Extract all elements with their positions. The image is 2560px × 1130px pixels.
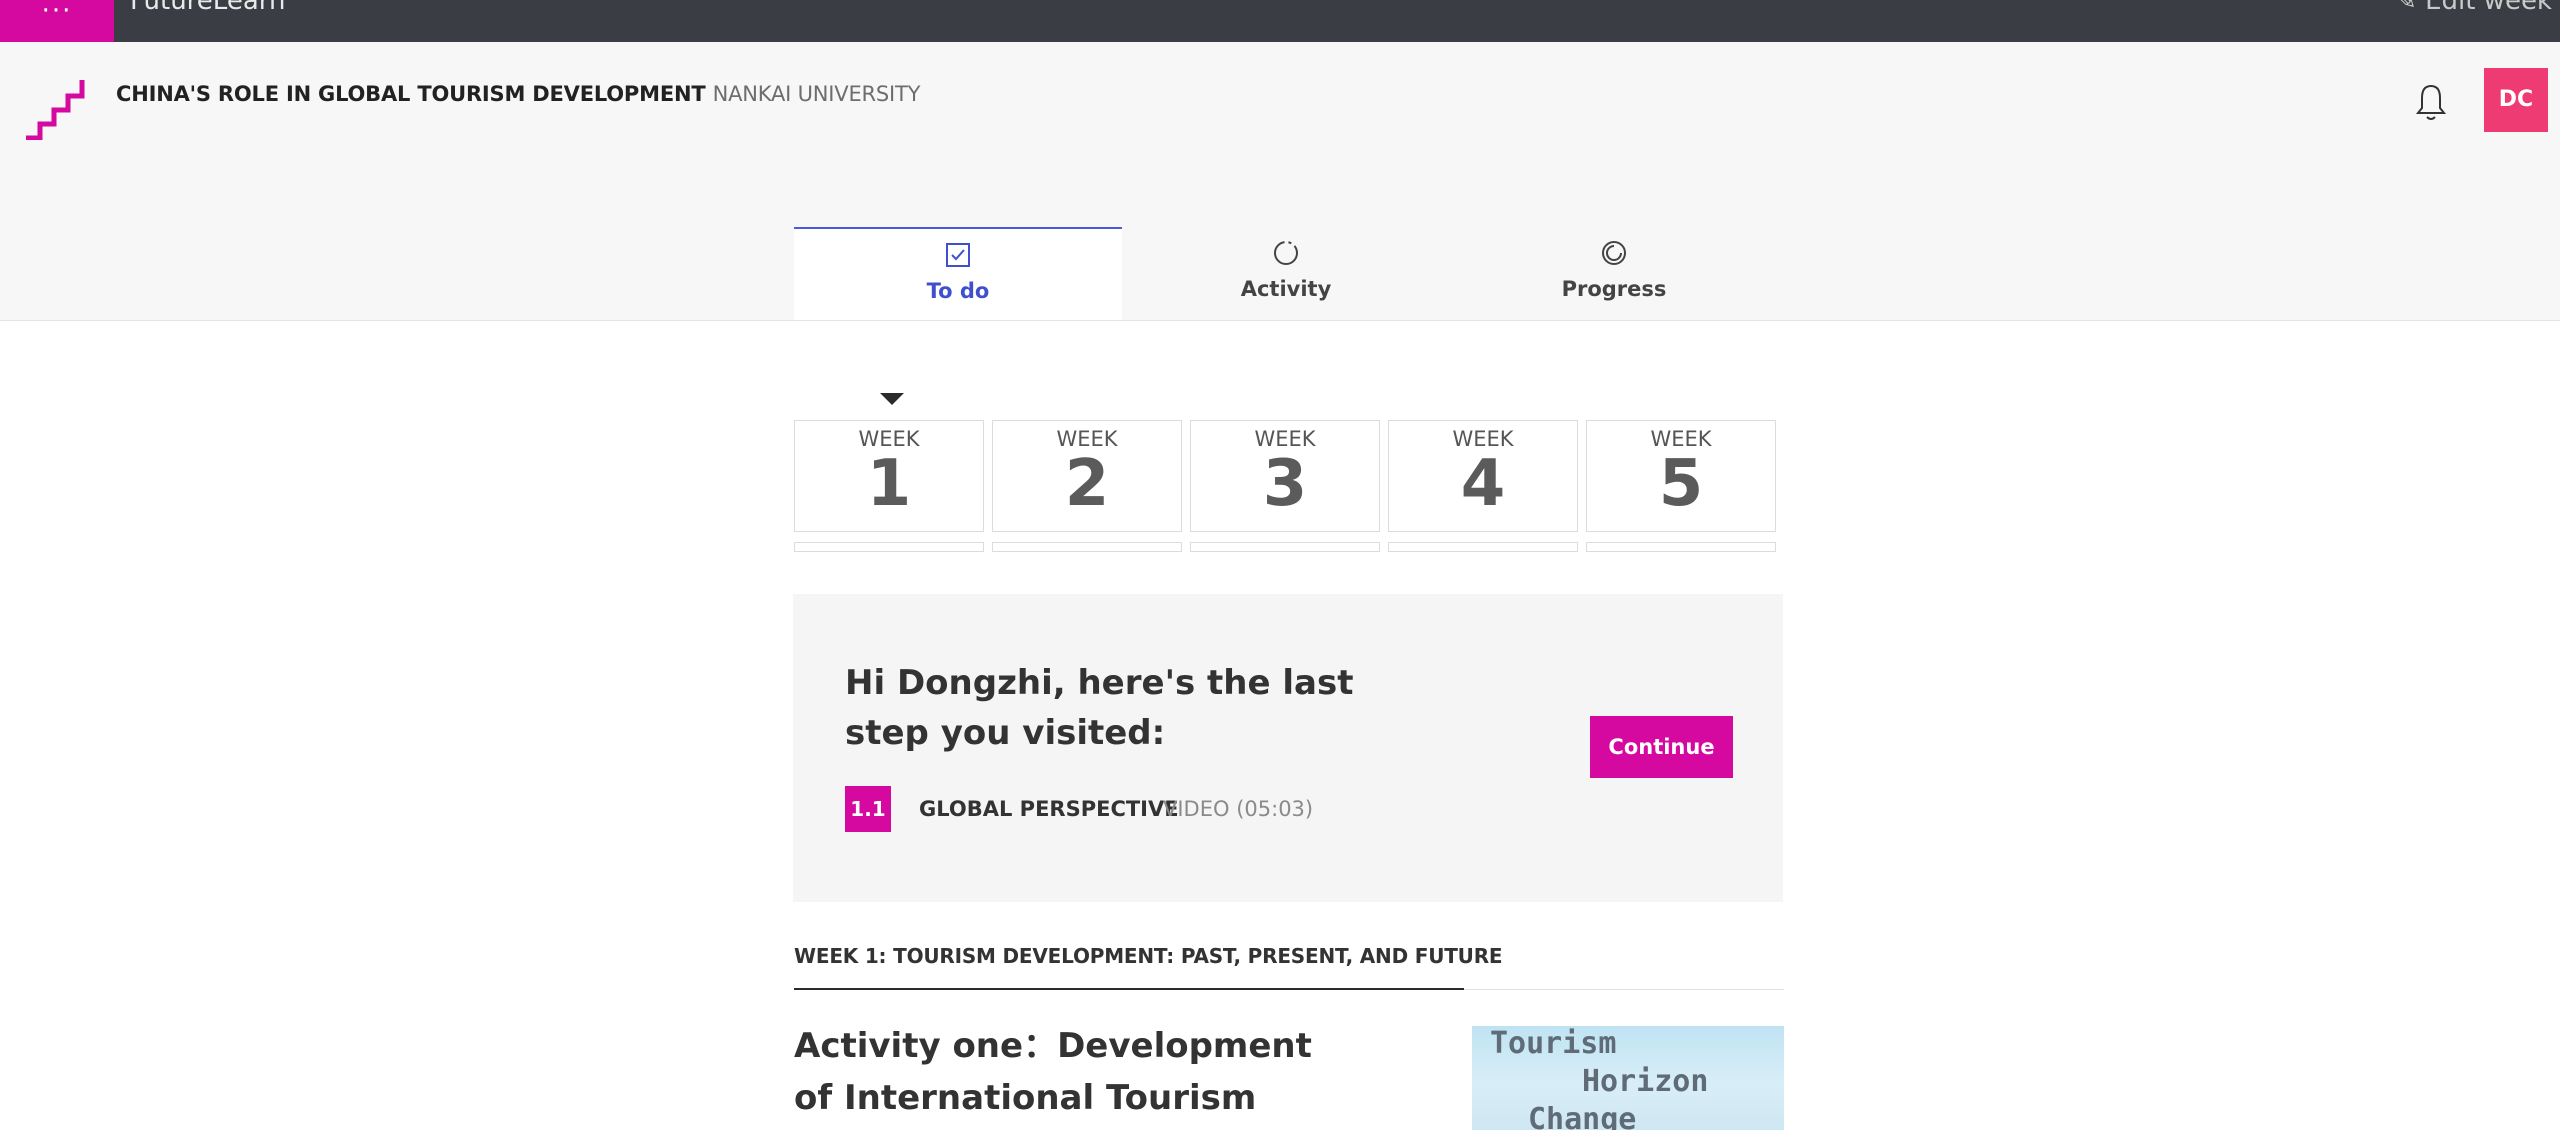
week-number: 3 <box>1262 447 1308 521</box>
step-title-link[interactable]: GLOBAL PERSPECTIVE <box>919 797 1179 821</box>
step-meta: VIDEO (05:03) <box>1163 797 1314 821</box>
thumbnail-word: Change <box>1528 1102 1637 1130</box>
tab-progress[interactable]: Progress <box>1450 227 1778 320</box>
week-2-tile[interactable]: WEEK 2 <box>992 420 1182 532</box>
activity-thumbnail[interactable]: Tourism Horizon Change <box>1472 1026 1784 1130</box>
week-progress-bar <box>1388 542 1578 552</box>
activity-ring-icon <box>1274 241 1298 265</box>
week-3-tile[interactable]: WEEK 3 <box>1190 420 1380 532</box>
notification-bell-icon[interactable] <box>2414 82 2448 122</box>
progress-ring-icon <box>1602 241 1626 265</box>
tab-label: Activity <box>1240 277 1332 301</box>
brand-name[interactable]: FutureLearn <box>130 0 285 16</box>
activity-title-link[interactable]: Activity one：Development of Internationa… <box>794 1020 1354 1124</box>
tab-label: Progress <box>1561 277 1667 301</box>
university-name: NANKAI UNIVERSITY <box>712 82 921 106</box>
current-week-pointer-icon <box>880 393 904 405</box>
course-title[interactable]: CHINA'S ROLE IN GLOBAL TOURISM DEVELOPME… <box>116 82 920 106</box>
continue-button[interactable]: Continue <box>1590 716 1733 778</box>
week-progress-bar <box>992 542 1182 552</box>
checkbox-icon <box>946 243 970 267</box>
week-number: 1 <box>866 447 912 521</box>
heading-underline <box>794 988 1464 990</box>
tab-label: To do <box>926 279 990 303</box>
thumbnail-word: Horizon <box>1582 1064 1709 1099</box>
week-selector: WEEK 1 WEEK 2 WEEK 3 WEEK 4 WEEK 5 <box>794 420 1776 532</box>
course-header: CHINA'S ROLE IN GLOBAL TOURISM DEVELOPME… <box>0 42 2560 321</box>
week-4-tile[interactable]: WEEK 4 <box>1388 420 1578 532</box>
week-progress-bar <box>1586 542 1776 552</box>
course-name: CHINA'S ROLE IN GLOBAL TOURISM DEVELOPME… <box>116 82 706 106</box>
resume-card: Hi Dongzhi, here's the last step you vis… <box>793 594 1783 902</box>
tab-activity[interactable]: Activity <box>1122 227 1450 320</box>
week-number: 2 <box>1064 447 1110 521</box>
top-bar: ··· FutureLearn ✎ Edit week <box>0 0 2560 42</box>
week-section-heading: WEEK 1: TOURISM DEVELOPMENT: PAST, PRESE… <box>794 944 1503 968</box>
menu-button[interactable]: ··· <box>0 0 114 42</box>
week-progress-bars <box>794 542 1776 552</box>
step-number-badge: 1.1 <box>845 786 891 832</box>
week-progress-bar <box>1190 542 1380 552</box>
tab-to-do[interactable]: To do <box>794 227 1122 320</box>
resume-greeting: Hi Dongzhi, here's the last step you vis… <box>845 663 1354 753</box>
thumbnail-word: Tourism <box>1490 1026 1617 1061</box>
week-number: 5 <box>1658 447 1704 521</box>
avatar[interactable]: DC <box>2484 68 2548 132</box>
tab-bar: To do Activity Progress <box>794 227 1778 320</box>
week-1-tile[interactable]: WEEK 1 <box>794 420 984 532</box>
week-5-tile[interactable]: WEEK 5 <box>1586 420 1776 532</box>
edit-week-link[interactable]: ✎ Edit week <box>2395 0 2552 16</box>
week-progress-bar <box>794 542 984 552</box>
futurelearn-logo-icon[interactable] <box>24 74 90 140</box>
week-number: 4 <box>1460 447 1506 521</box>
